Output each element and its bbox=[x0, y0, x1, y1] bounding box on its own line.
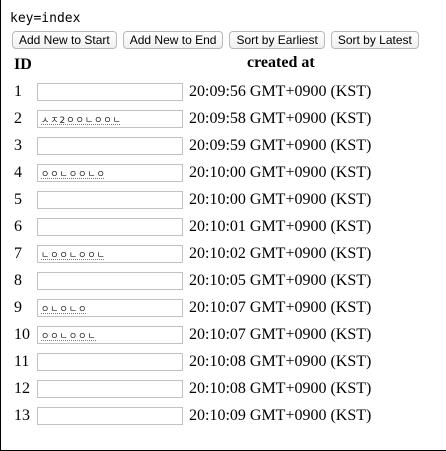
row-created-at: 20:10:07 GMT+0900 (KST) bbox=[189, 299, 372, 316]
add-new-to-end-button[interactable]: Add New to End bbox=[122, 31, 224, 49]
sort-by-earliest-button[interactable]: Sort by Earliest bbox=[229, 31, 325, 49]
row-created-at: 20:10:01 GMT+0900 (KST) bbox=[189, 218, 372, 235]
row-created-at: 20:10:07 GMT+0900 (KST) bbox=[189, 326, 372, 343]
table-row: 5 20:10:00 GMT+0900 (KST) bbox=[12, 187, 382, 214]
row-id: 13 bbox=[14, 407, 30, 424]
row-created-at: 20:10:08 GMT+0900 (KST) bbox=[189, 353, 372, 370]
table-body: 1 20:09:56 GMT+0900 (KST) 2 20:09:58 GMT+09… bbox=[12, 79, 382, 430]
row-id: 12 bbox=[14, 380, 30, 397]
row-created-at: 20:10:08 GMT+0900 (KST) bbox=[189, 380, 372, 397]
row-text-input[interactable] bbox=[37, 380, 183, 398]
table-row: 7 20:10:02 GMT+0900 (KST) bbox=[12, 241, 382, 268]
id-column-header: ID bbox=[14, 56, 32, 73]
sort-by-latest-button[interactable]: Sort by Latest bbox=[330, 31, 419, 49]
table-row: 6 20:10:01 GMT+0900 (KST) bbox=[12, 214, 382, 241]
row-created-at: 20:09:59 GMT+0900 (KST) bbox=[189, 137, 372, 154]
row-id: 9 bbox=[14, 299, 22, 316]
row-created-at: 20:10:02 GMT+0900 (KST) bbox=[189, 245, 372, 262]
row-created-at: 20:10:09 GMT+0900 (KST) bbox=[189, 407, 372, 424]
row-id: 3 bbox=[14, 137, 22, 154]
row-id: 6 bbox=[14, 218, 22, 235]
row-text-input[interactable] bbox=[37, 218, 183, 236]
row-text-input[interactable] bbox=[37, 164, 183, 182]
row-text-input[interactable] bbox=[37, 407, 183, 425]
table-row: 13 20:10:09 GMT+0900 (KST) bbox=[12, 403, 382, 430]
row-id: 1 bbox=[14, 83, 22, 100]
row-text-input[interactable] bbox=[37, 353, 183, 371]
row-text-input[interactable] bbox=[37, 137, 183, 155]
row-text-input[interactable] bbox=[37, 110, 183, 128]
row-text-input[interactable] bbox=[37, 272, 183, 290]
row-text-input[interactable] bbox=[37, 326, 183, 344]
row-text-input[interactable] bbox=[37, 245, 183, 263]
add-new-to-start-button[interactable]: Add New to Start bbox=[12, 31, 117, 49]
table-row: 12 20:10:08 GMT+0900 (KST) bbox=[12, 376, 382, 403]
table-row: 9 20:10:07 GMT+0900 (KST) bbox=[12, 295, 382, 322]
table-row: 4 20:10:00 GMT+0900 (KST) bbox=[12, 160, 382, 187]
row-text-input[interactable] bbox=[37, 83, 183, 101]
row-created-at: 20:09:58 GMT+0900 (KST) bbox=[189, 110, 372, 127]
table-row: 8 20:10:05 GMT+0900 (KST) bbox=[12, 268, 382, 295]
row-created-at: 20:09:56 GMT+0900 (KST) bbox=[189, 83, 372, 100]
row-id: 5 bbox=[14, 191, 22, 208]
items-table: ID created at 120:09:56 GMT+0900 (KST)22… bbox=[12, 52, 382, 430]
row-created-at: 20:10:00 GMT+0900 (KST) bbox=[189, 191, 372, 208]
toolbar: Add New to Start Add New to End Sort by … bbox=[12, 31, 419, 49]
table-row: 2 20:09:58 GMT+0900 (KST) bbox=[12, 106, 382, 133]
row-created-at: 20:10:05 GMT+0900 (KST) bbox=[189, 272, 372, 289]
key-label: key=index bbox=[10, 11, 81, 26]
table-row: 11 20:10:08 GMT+0900 (KST) bbox=[12, 349, 382, 376]
table-row: 1 20:09:56 GMT+0900 (KST) bbox=[12, 79, 382, 106]
row-id: 4 bbox=[14, 164, 22, 181]
row-id: 11 bbox=[14, 353, 30, 370]
row-id: 7 bbox=[14, 245, 22, 262]
row-text-input[interactable] bbox=[37, 191, 183, 209]
table-row: 10 20:10:07 GMT+0900 (KST) bbox=[12, 322, 382, 349]
row-id: 2 bbox=[14, 110, 22, 127]
table-header: ID created at bbox=[12, 52, 382, 79]
row-id: 10 bbox=[14, 326, 30, 343]
row-created-at: 20:10:00 GMT+0900 (KST) bbox=[189, 164, 372, 181]
row-text-input[interactable] bbox=[37, 299, 183, 317]
row-id: 8 bbox=[14, 272, 22, 289]
created-at-column-header: created at bbox=[247, 54, 315, 71]
table-row: 3 20:09:59 GMT+0900 (KST) bbox=[12, 133, 382, 160]
